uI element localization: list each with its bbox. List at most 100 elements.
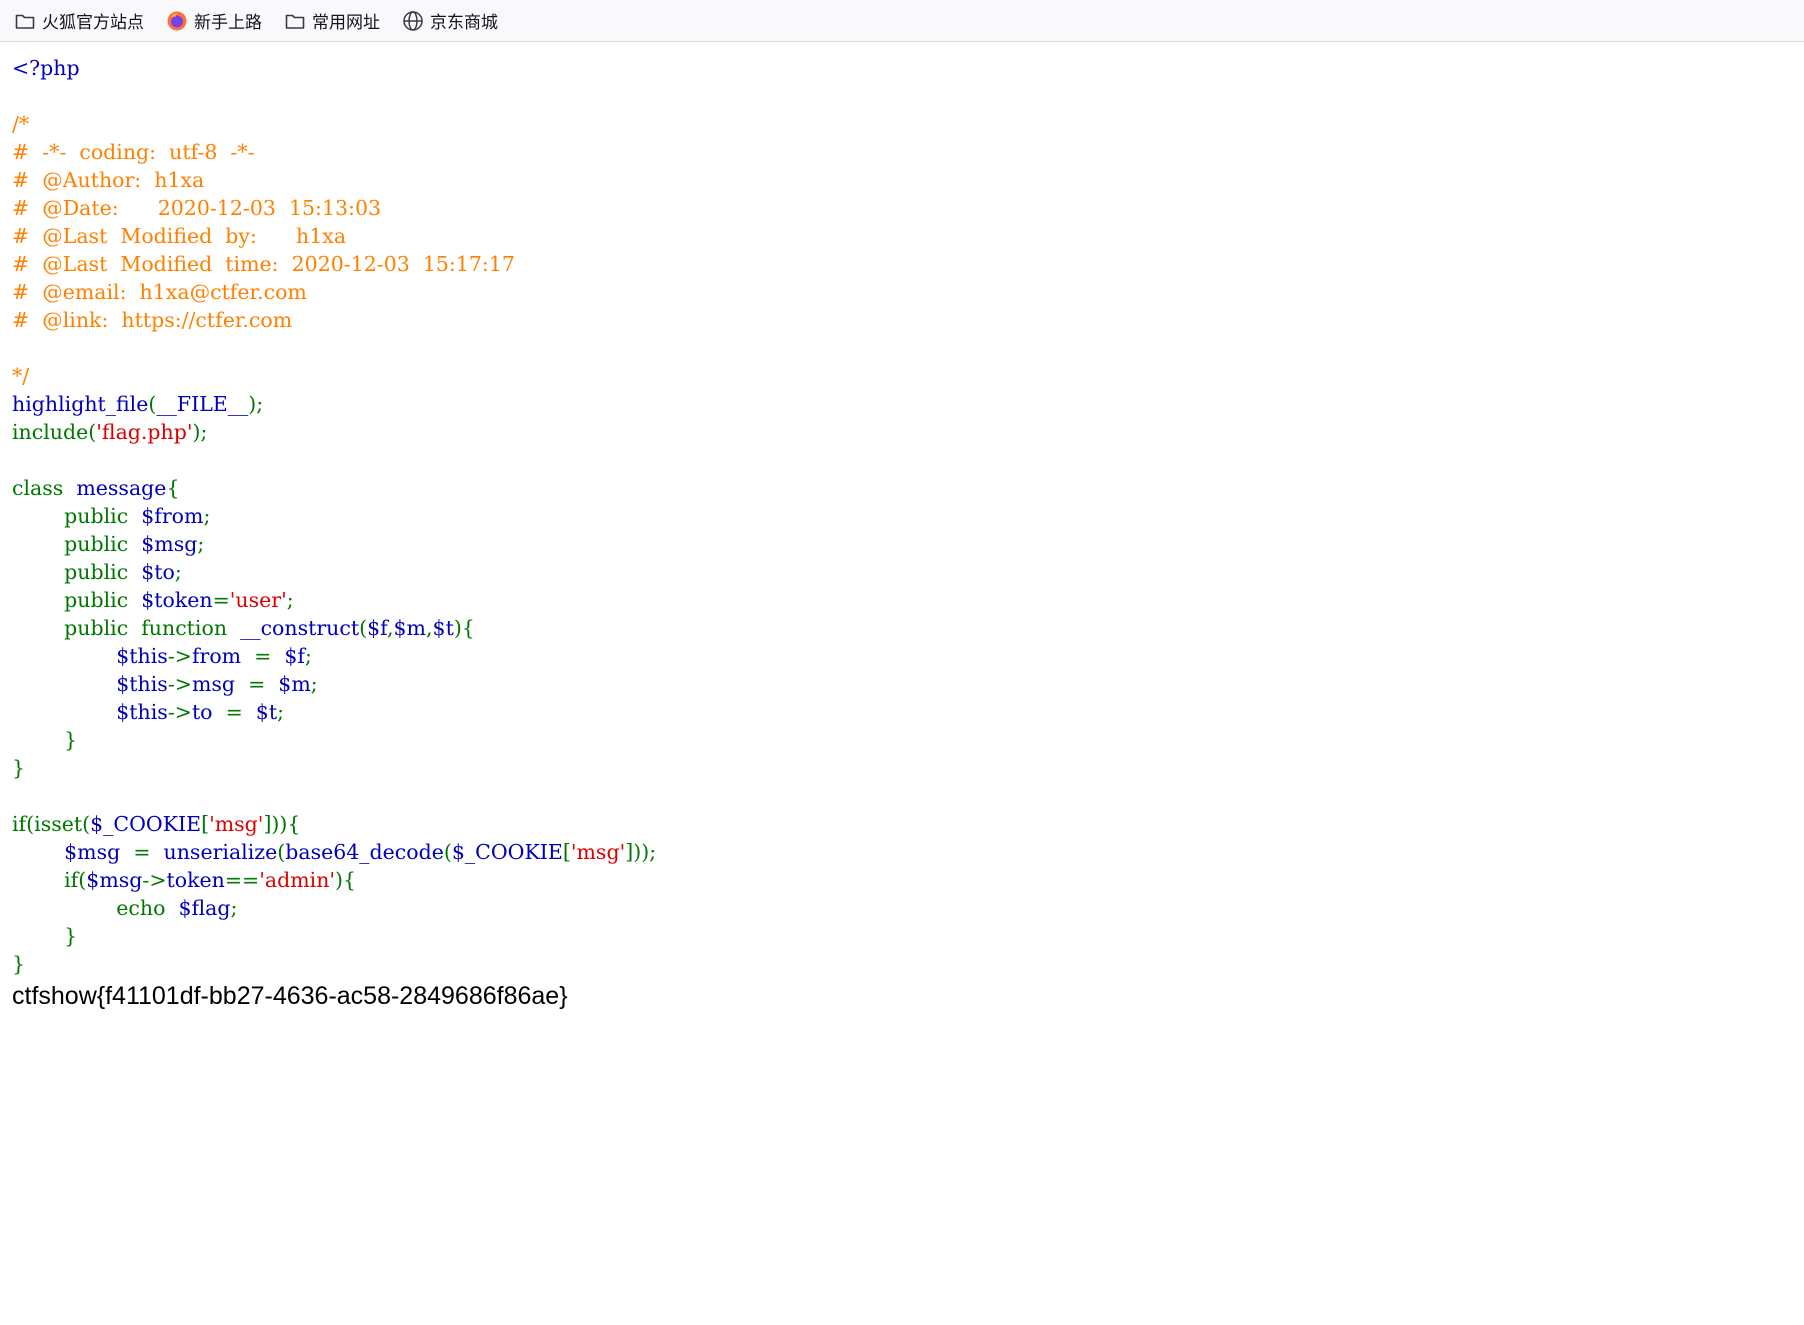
code-token: public [12,504,142,528]
code-token: # @link: https://ctfer.com [12,308,293,332]
code-token: from [191,644,255,668]
code-token: */ [12,364,30,388]
bookmark-common-sites[interactable]: 常用网址 [284,8,380,33]
code-token: ; [197,532,205,556]
code-token: msg [191,672,249,696]
code-token: ){ [453,616,475,640]
folder-icon [284,10,306,32]
code-token: $this [116,644,168,668]
code-token: ; [230,896,238,920]
code-token: $t [255,700,278,724]
code-token: to [191,700,226,724]
flag-output: ctfshow{f41101df-bb27-4636-ac58-2849686f… [12,982,568,1010]
code-token: base64_decode [285,840,444,864]
page-content: <?php /* # -*- coding: utf-8 -*- # @Auth… [0,42,1804,1012]
code-token: $m [393,616,426,640]
code-token: if(isset( [12,812,91,836]
code-line: public function __construct($f,$m,$t){ [12,616,475,640]
code-line: public $msg; [12,532,204,556]
code-token: $msg [141,532,198,556]
code-token: # @Last Modified time: 2020-12-03 15:17:… [12,252,515,276]
code-token: = [248,672,279,696]
bookmark-getting-started[interactable]: 新手上路 [166,8,262,33]
code-token: $token [141,588,213,612]
code-token: include( [12,420,97,444]
code-line: public $from; [12,504,210,528]
code-token: $f [284,644,305,668]
code-token: $msg [86,868,143,892]
code-line: # @Date: 2020-12-03 15:13:03 [12,196,381,220]
bookmarks-toolbar: 火狐官方站点 新手上路 常用网址 京东商城 [0,0,1804,42]
code-token: -> [142,868,167,892]
code-token: = [133,840,164,864]
code-token: $from [141,504,204,528]
code-token: $f [367,616,387,640]
code-line: } [12,756,25,780]
code-line: # @Last Modified time: 2020-12-03 15:17:… [12,252,515,276]
code-token: ); [248,392,264,416]
code-line: } [12,952,25,976]
code-line: } [12,728,77,752]
code-line: <?php [12,56,80,80]
code-token: 'msg' [209,812,264,836]
code-line: $this->from = $f; [12,644,312,668]
code-token: ; [203,504,211,528]
code-token: /* [12,112,30,136]
code-token: $this [116,700,168,724]
bookmark-firefox-official-site[interactable]: 火狐官方站点 [14,8,144,33]
code-line: # @Last Modified by: h1xa [12,224,346,248]
code-line: $msg = unserialize(base64_decode($_COOKI… [12,840,656,864]
code-token: -> [167,644,192,668]
code-token: -> [167,672,192,696]
code-token: = [212,588,230,612]
firefox-icon [166,10,188,32]
code-token: $flag [178,896,231,920]
code-token: $_COOKIE [90,812,202,836]
code-token: -> [167,700,192,724]
code-token: # -*- coding: utf-8 -*- [12,140,255,164]
highlighted-source-code: <?php /* # -*- coding: utf-8 -*- # @Auth… [12,54,1804,978]
code-line: $this->to = $t; [12,700,284,724]
code-token: $t [432,616,454,640]
code-token: ])); [625,840,657,864]
code-token: # @Author: h1xa [12,168,205,192]
code-token: public [12,560,142,584]
code-token: $this [116,672,168,696]
bookmark-label: 火狐官方站点 [42,13,144,33]
bookmark-jd-mall[interactable]: 京东商城 [402,8,498,33]
code-token: { [166,476,180,500]
code-token: ( [359,616,368,640]
code-line: } [12,924,77,948]
code-token: } [12,728,78,752]
folder-icon [14,10,36,32]
code-token: ){ [335,868,357,892]
bookmark-label: 新手上路 [194,13,262,33]
code-token: highlight_file [12,392,149,416]
code-token: # @Date: 2020-12-03 15:13:03 [12,196,382,220]
code-token: 'admin' [259,868,336,892]
code-line: if($msg->token=='admin'){ [12,868,356,892]
code-token: ; [286,588,294,612]
code-token: 'msg' [570,840,626,864]
code-token: # @Last Modified by: h1xa [12,224,347,248]
code-token: } [12,756,26,780]
code-token: = [225,700,256,724]
code-line: $this->msg = $m; [12,672,318,696]
code-token: 'user' [229,588,287,612]
code-line: public $token='user'; [12,588,294,612]
code-token: ( [443,840,452,864]
code-token: ); [192,420,208,444]
code-token: token [166,868,225,892]
code-line: /* [12,112,29,136]
bookmark-label: 常用网址 [312,13,380,33]
code-token: ; [277,700,284,724]
code-token: __FILE__ [156,392,249,416]
code-token: ; [310,672,318,696]
code-token: <?php [12,56,80,80]
code-line: class message{ [12,476,179,500]
code-token: unserialize [163,840,278,864]
bookmark-label: 京东商城 [430,13,498,33]
